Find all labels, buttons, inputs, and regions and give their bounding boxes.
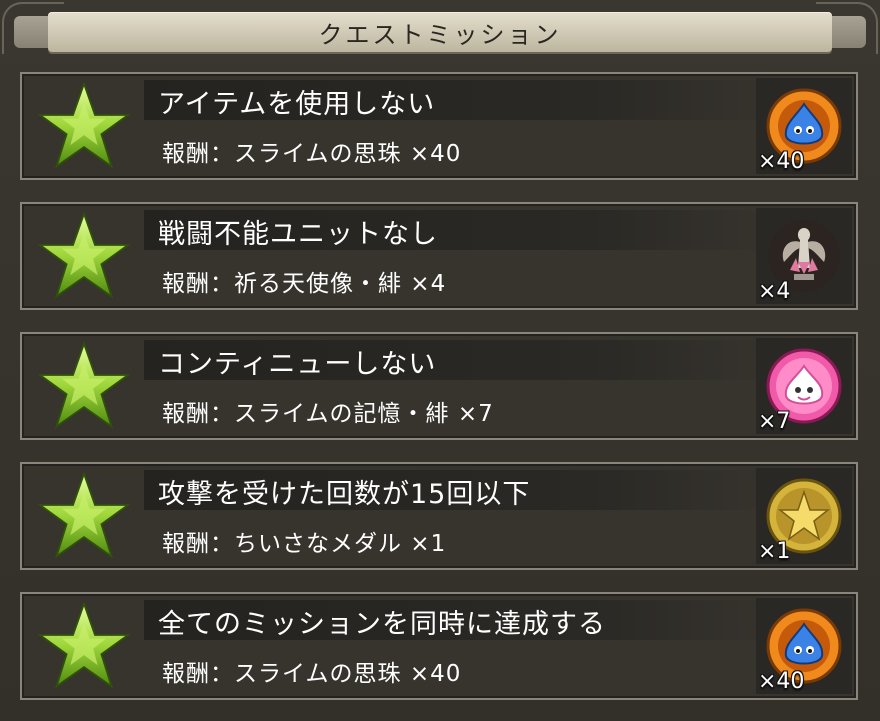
mission-reward: 報酬：スライムの記憶・緋 ×7 [162,401,494,427]
mission-reward: 報酬：ちいさなメダル ×1 [162,531,447,557]
item-count: ×7 [758,409,791,434]
reward-item[interactable]: ×1 [756,468,852,564]
green-star-icon [37,471,131,560]
reward-item[interactable]: ×40 [756,598,852,694]
mission-row: コンティニューしない 報酬：スライムの記憶・緋 ×7 ×7 [20,332,858,440]
mission-panel: クエストミッション アイテムを使用しない 報酬：スライムの思珠 ×40 ×40 … [0,0,880,721]
mission-title: 全てのミッションを同時に達成する [158,609,606,640]
mission-reward: 報酬：祈る天使像・緋 ×4 [162,271,447,297]
item-count: ×1 [758,539,791,564]
item-count: ×40 [758,669,805,694]
item-count: ×4 [758,279,791,304]
reward-item[interactable]: ×4 [756,208,852,304]
mission-title: 攻撃を受けた回数が15回以下 [158,479,531,510]
mission-title: 戦闘不能ユニットなし [158,219,438,250]
mission-title: コンティニューしない [158,349,437,380]
header-ornament-right [826,16,866,48]
mission-row: 全てのミッションを同時に達成する 報酬：スライムの思珠 ×40 ×40 [20,592,858,700]
green-star-icon [37,81,131,170]
mission-reward: 報酬：スライムの思珠 ×40 [162,141,462,167]
reward-item[interactable]: ×7 [756,338,852,434]
page-title: クエストミッション [318,20,562,49]
green-star-icon [37,211,131,300]
mission-title: アイテムを使用しない [158,89,436,120]
mission-row: 戦闘不能ユニットなし 報酬：祈る天使像・緋 ×4 ×4 [20,202,858,310]
mission-row: 攻撃を受けた回数が15回以下 報酬：ちいさなメダル ×1 ×1 [20,462,858,570]
reward-item[interactable]: ×40 [756,78,852,174]
item-count: ×40 [758,149,805,174]
green-star-icon [37,341,131,430]
mission-row: アイテムを使用しない 報酬：スライムの思珠 ×40 ×40 [20,72,858,180]
green-star-icon [37,601,131,690]
header-banner: クエストミッション [48,12,832,52]
mission-reward: 報酬：スライムの思珠 ×40 [162,661,462,687]
